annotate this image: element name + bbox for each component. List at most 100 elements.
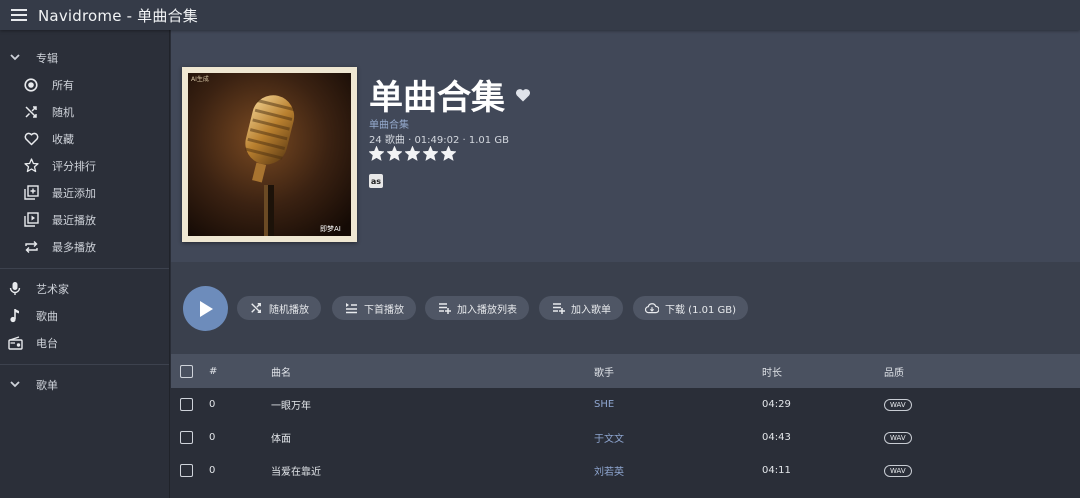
column-header-quality[interactable]: 品质 (884, 364, 904, 379)
album-artist-link[interactable]: 单曲合集 (369, 116, 409, 131)
menu-icon[interactable] (2, 3, 36, 27)
shuffle-button[interactable]: 随机播放 (237, 296, 321, 320)
album-title-row: 单曲合集 (369, 70, 531, 119)
sidebar-item-all[interactable]: 所有 (0, 71, 169, 98)
shuffle-button-label: 随机播放 (269, 304, 309, 316)
row-checkbox[interactable] (180, 398, 193, 411)
track-artist-link[interactable]: 刘若英 (594, 463, 624, 478)
table-header: # 曲名 歌手 时长 品质 (171, 354, 1080, 388)
play-button[interactable] (183, 286, 228, 331)
star-icon[interactable] (405, 146, 420, 161)
repeat-icon (23, 239, 39, 255)
sidebar-item-label: 歌曲 (36, 309, 58, 323)
sidebar-item-favorites[interactable]: 收藏 (0, 125, 169, 152)
heart-outline-icon (23, 131, 39, 147)
action-toolbar: 随机播放 下首播放 加入播放列表 加入歌单 下载 (1.01 GB) (171, 262, 1080, 354)
row-checkbox[interactable] (180, 464, 193, 477)
sidebar-item-label: 所有 (52, 78, 74, 92)
playlists-section-toggle[interactable]: 歌单 (0, 371, 169, 398)
play-icon (199, 300, 213, 317)
microphone-icon (7, 281, 23, 297)
star-icon[interactable] (441, 146, 456, 161)
library-add-icon (23, 185, 39, 201)
sidebar-item-top-rated[interactable]: 评分排行 (0, 152, 169, 179)
row-checkbox[interactable] (180, 431, 193, 444)
playlist-add-icon (437, 301, 451, 315)
sidebar-item-label: 最近添加 (52, 186, 96, 200)
table-row[interactable]: 0 体面 于文文 04:43 WAV (171, 421, 1080, 454)
albums-section-label: 专辑 (36, 51, 58, 65)
sidebar-divider (0, 364, 169, 365)
queue-play-next-icon (344, 301, 358, 315)
download-button-label: 下载 (1.01 GB) (665, 304, 737, 316)
track-artist-link[interactable]: 于文文 (594, 430, 624, 445)
shuffle-icon (249, 301, 263, 315)
sidebar-item-label: 艺术家 (36, 282, 69, 296)
track-title: 体面 (271, 434, 291, 445)
main-content: AI生成 即梦AI 单曲合集 单曲合集 24 歌曲 · 01:49:02 · 1… (171, 30, 1080, 498)
quality-badge: WAV (884, 431, 912, 444)
select-all-checkbox[interactable] (180, 364, 193, 378)
chevron-down-icon (0, 54, 30, 61)
sidebar-item-most-played[interactable]: 最多播放 (0, 233, 169, 260)
quality-badge: WAV (884, 464, 912, 477)
table-row[interactable]: 0 当爱在靠近 刘若英 04:11 WAV (171, 454, 1080, 487)
column-header-num[interactable]: # (209, 366, 217, 377)
star-icon[interactable] (369, 146, 384, 161)
cloud-download-icon (645, 301, 659, 315)
cover-watermark: 即梦AI (320, 225, 341, 233)
sidebar-item-label: 最近播放 (52, 213, 96, 227)
album-cover[interactable]: AI生成 即梦AI (182, 67, 357, 242)
sidebar-item-label: 随机 (52, 105, 74, 119)
column-header-duration[interactable]: 时长 (762, 364, 782, 379)
track-title: 当爱在靠近 (271, 467, 321, 478)
sidebar-item-label: 收藏 (52, 132, 74, 146)
quality-badge: WAV (884, 398, 912, 411)
sidebar-item-recently-added[interactable]: 最近添加 (0, 179, 169, 206)
track-duration: 04:43 (762, 432, 791, 443)
heart-icon[interactable] (515, 88, 531, 102)
column-header-artist[interactable]: 歌手 (594, 364, 614, 379)
star-icon[interactable] (387, 146, 402, 161)
shuffle-icon (23, 104, 39, 120)
table-row[interactable]: 0 一眼万年 SHE 04:29 WAV (171, 388, 1080, 421)
add-to-playlist-button-label: 加入歌单 (571, 304, 611, 316)
play-next-button[interactable]: 下首播放 (332, 296, 416, 320)
track-number: 0 (209, 432, 216, 443)
add-to-queue-button-label: 加入播放列表 (457, 304, 517, 316)
star-outline-icon (23, 158, 39, 174)
cover-badge: AI生成 (191, 75, 209, 83)
download-button[interactable]: 下载 (1.01 GB) (633, 296, 749, 320)
play-next-button-label: 下首播放 (364, 304, 404, 316)
sidebar-item-label: 评分排行 (52, 159, 96, 173)
add-to-queue-button[interactable]: 加入播放列表 (425, 296, 529, 320)
sidebar-item-random[interactable]: 随机 (0, 98, 169, 125)
track-duration: 04:11 (762, 465, 791, 476)
sidebar-item-label: 最多播放 (52, 240, 96, 254)
rating-stars[interactable] (369, 146, 456, 161)
track-number: 0 (209, 399, 216, 410)
add-to-playlist-button[interactable]: 加入歌单 (539, 296, 623, 320)
track-artist-link[interactable]: SHE (594, 399, 614, 410)
sidebar-item-artists[interactable]: 艺术家 (0, 275, 169, 302)
radio-selected-icon (23, 77, 39, 93)
video-library-icon (23, 212, 39, 228)
playlist-plus-icon (551, 301, 565, 315)
sidebar-item-songs[interactable]: 歌曲 (0, 302, 169, 329)
column-header-title[interactable]: 曲名 (271, 364, 291, 379)
album-header: AI生成 即梦AI 单曲合集 单曲合集 24 歌曲 · 01:49:02 · 1… (171, 30, 1080, 262)
albums-section-toggle[interactable]: 专辑 (0, 44, 169, 71)
lastfm-icon[interactable]: as (369, 174, 383, 188)
album-title: 单曲合集 (369, 78, 505, 118)
lastfm-label: as (370, 176, 382, 186)
sidebar: 专辑 所有 随机 收藏 评分排行 最近添加 最近播放 最多播放 艺术家 歌曲 电… (0, 30, 170, 498)
star-icon[interactable] (423, 146, 438, 161)
sidebar-item-radio[interactable]: 电台 (0, 329, 169, 356)
sidebar-item-recently-played[interactable]: 最近播放 (0, 206, 169, 233)
track-duration: 04:29 (762, 399, 791, 410)
track-table: # 曲名 歌手 时长 品质 0 一眼万年 SHE 04:29 WAV 0 体面 … (171, 354, 1080, 487)
track-number: 0 (209, 465, 216, 476)
playlists-section-label: 歌单 (36, 378, 58, 392)
album-meta: 24 歌曲 · 01:49:02 · 1.01 GB (369, 135, 509, 146)
track-title: 一眼万年 (271, 401, 311, 412)
